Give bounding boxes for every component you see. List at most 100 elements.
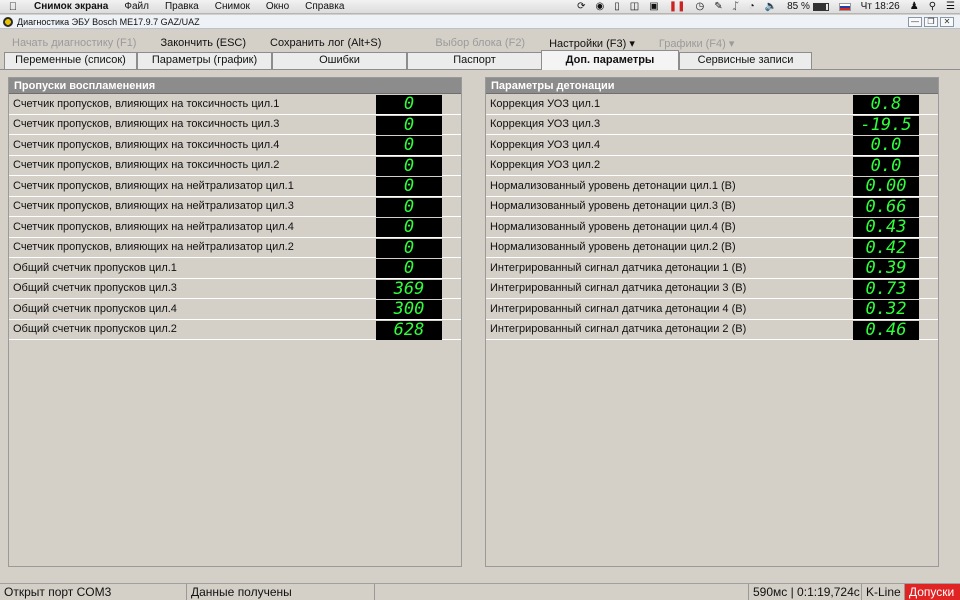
spotlight-search-icon[interactable]: ⚲	[924, 1, 941, 12]
bag-icon[interactable]: ◫	[625, 1, 644, 12]
status-bar: Открыт порт COM3 Данные получены 590мс |…	[0, 583, 960, 600]
camera-icon[interactable]: ▣	[644, 1, 663, 12]
menu-capture[interactable]: Снимок	[207, 1, 258, 12]
tab-extra-parameters[interactable]: Доп. параметры	[541, 50, 679, 70]
parameter-row: Интегрированный сигнал датчика детонации…	[486, 299, 938, 320]
battery-status[interactable]: 85 %	[782, 1, 834, 12]
knock-rows: Коррекция УОЗ цил.1 0.8 Коррекция УОЗ цил.…	[486, 94, 938, 340]
parameter-row: Общий счетчик пропусков цил.3 369	[9, 279, 461, 299]
time-machine-icon[interactable]: ◷	[690, 1, 709, 12]
panel-title: Параметры детонации	[486, 78, 938, 94]
parameter-value-display: 0.66	[853, 197, 919, 217]
phone-icon[interactable]: ▯	[609, 1, 625, 12]
pause-icon[interactable]: ❚❚	[664, 1, 691, 12]
parameter-value-display: 0.00	[853, 177, 919, 196]
parameter-row: Счетчик пропусков, влияющих на токсичнос…	[9, 135, 461, 156]
parameter-value-display: 0.73	[853, 279, 919, 299]
parameter-row: Счетчик пропусков, влияющих на нейтрализ…	[9, 238, 461, 258]
bluetooth-icon[interactable]: ᛢ	[728, 1, 744, 12]
save-log-button[interactable]: Сохранить лог (Alt+S)	[258, 37, 393, 49]
window-controls: — ❐ ✕	[908, 16, 960, 27]
misfire-panel: Пропуски воспламенения Счетчик пропусков…	[8, 77, 462, 567]
notification-center-icon[interactable]: ☰	[941, 1, 960, 12]
parameter-row: Счетчик пропусков, влияющих на нейтрализ…	[9, 176, 461, 197]
parameter-value-display: 0.32	[853, 300, 919, 319]
parameter-value-display: 0	[376, 95, 442, 114]
tab-errors[interactable]: Ошибки	[272, 52, 407, 69]
parameter-value-display: 300	[376, 300, 442, 319]
parameter-value-display: 0.39	[853, 259, 919, 278]
parameter-value-display: 0	[376, 136, 442, 155]
clock[interactable]: Чт 18:26	[856, 1, 905, 12]
tab-strip: Переменные (список) Параметры (график) О…	[0, 50, 960, 70]
close-icon[interactable]: ✕	[940, 16, 954, 27]
status-empty	[375, 584, 749, 600]
parameter-row: Нормализованный уровень детонации цил.3 …	[486, 197, 938, 217]
parameter-row: Интегрированный сигнал датчика детонации…	[486, 279, 938, 299]
chevron-down-icon: ▾	[728, 37, 735, 50]
panel-title: Пропуски воспламенения	[9, 78, 461, 94]
settings-label: Настройки (F3)	[549, 37, 627, 50]
apple-menu-icon[interactable]: 	[0, 1, 26, 13]
user-icon[interactable]: ♟	[905, 1, 924, 12]
parameter-row: Коррекция УОЗ цил.3 -19.5	[486, 115, 938, 135]
window-title: Диагностика ЭБУ Bosch ME17.9.7 GAZ/UAZ	[17, 16, 200, 27]
parameter-row: Счетчик пропусков, влияющих на токсичнос…	[9, 94, 461, 115]
parameter-value-display: 0	[376, 197, 442, 217]
sync-icon[interactable]: ⟳	[572, 1, 590, 12]
battery-label: 85 %	[787, 1, 810, 12]
parameter-row: Интегрированный сигнал датчика детонации…	[486, 320, 938, 340]
status-data: Данные получены	[187, 584, 375, 600]
parameter-row: Счетчик пропусков, влияющих на нейтрализ…	[9, 217, 461, 238]
parameter-row: Общий счетчик пропусков цил.2 628	[9, 320, 461, 340]
toolbar: Начать диагностику (F1) Закончить (ESC) …	[0, 33, 960, 53]
finish-button[interactable]: Закончить (ESC)	[148, 37, 258, 49]
battery-icon	[812, 2, 829, 11]
chevron-down-icon: ▾	[629, 37, 635, 50]
tab-service-records[interactable]: Сервисные записи	[679, 52, 812, 69]
tolerances-button[interactable]: Допуски	[905, 584, 960, 600]
input-source-flag-icon[interactable]	[834, 2, 856, 11]
graphs-menu[interactable]: Графики (F4) ▾	[647, 37, 747, 50]
menu-help[interactable]: Справка	[297, 1, 352, 12]
parameter-value-display: -19.5	[853, 115, 919, 135]
parameter-value-display: 0.43	[853, 218, 919, 237]
system-menu-bar:  Снимок экрана Файл Правка Снимок Окно …	[0, 0, 960, 14]
start-diagnostics-button[interactable]: Начать диагностику (F1)	[0, 37, 148, 49]
settings-menu[interactable]: Настройки (F3) ▾	[537, 37, 647, 50]
menu-file[interactable]: Файл	[116, 1, 157, 12]
minimize-icon[interactable]: —	[908, 16, 922, 27]
parameter-value-display: 0.0	[853, 156, 919, 176]
parameter-row: Нормализованный уровень детонации цил.4 …	[486, 217, 938, 238]
graphs-label: Графики (F4)	[658, 37, 726, 50]
parameter-row: Интегрированный сигнал датчика детонации…	[486, 258, 938, 279]
parameter-row: Коррекция УОЗ цил.2 0.0	[486, 156, 938, 176]
tab-passport[interactable]: Паспорт	[407, 52, 542, 69]
volume-icon[interactable]: 🔈	[760, 1, 782, 12]
broadcast-icon[interactable]: ◉	[591, 1, 610, 12]
tab-divider	[0, 69, 960, 70]
parameter-row: Счетчик пропусков, влияющих на токсичнос…	[9, 156, 461, 176]
parameter-row: Счетчик пропусков, влияющих на токсичнос…	[9, 115, 461, 135]
wifi-icon[interactable]: ◔	[744, 1, 760, 12]
parameter-row: Нормализованный уровень детонации цил.2 …	[486, 238, 938, 258]
window-title-bar: Диагностика ЭБУ Bosch ME17.9.7 GAZ/UAZ —…	[0, 15, 960, 29]
parameter-value-display: 628	[376, 320, 442, 340]
menu-window[interactable]: Окно	[258, 1, 297, 12]
tab-parameters-graph[interactable]: Параметры (график)	[137, 52, 272, 69]
status-menus: ⟳ ◉ ▯ ◫ ▣ ❚❚ ◷ ✎ ᛢ ◔ 🔈 85 % Чт 18:26 ♟ ⚲…	[572, 0, 960, 14]
menu-edit[interactable]: Правка	[157, 1, 207, 12]
restore-icon[interactable]: ❐	[924, 16, 938, 27]
parameter-value-display: 0	[376, 115, 442, 135]
select-block-button[interactable]: Выбор блока (F2)	[423, 37, 537, 49]
parameter-row: Счетчик пропусков, влияющих на нейтрализ…	[9, 197, 461, 217]
status-port: Открыт порт COM3	[0, 584, 187, 600]
edit-icon[interactable]: ✎	[709, 1, 727, 12]
tab-variables-list[interactable]: Переменные (список)	[4, 52, 137, 69]
parameter-row: Общий счетчик пропусков цил.4 300	[9, 299, 461, 320]
knock-panel: Параметры детонации Коррекция УОЗ цил.1 0…	[485, 77, 939, 567]
menu-app-name[interactable]: Снимок экрана	[26, 1, 116, 12]
status-protocol: K-Line	[862, 584, 905, 600]
parameter-value-display: 0.8	[853, 95, 919, 114]
parameter-value-display: 0	[376, 218, 442, 237]
